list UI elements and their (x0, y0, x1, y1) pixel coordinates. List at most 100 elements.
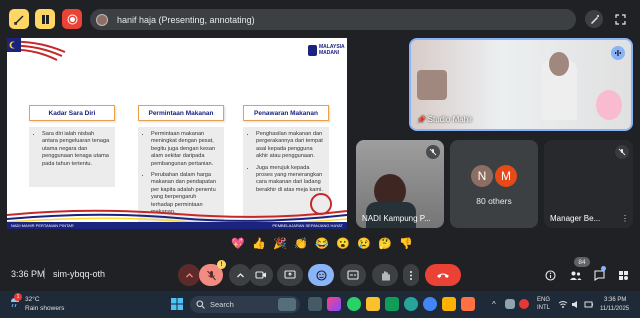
pin-icon: 📌 (417, 117, 428, 124)
hand-icon (381, 270, 390, 281)
tray-overflow-chevron-icon[interactable]: ^ (492, 300, 496, 309)
annotate-button[interactable] (585, 10, 603, 28)
reaction-thumbs-up-button[interactable]: 👍 (249, 233, 269, 253)
volume-icon[interactable] (571, 300, 581, 309)
app-icon[interactable] (442, 297, 456, 311)
file-explorer-icon[interactable] (366, 297, 380, 311)
presenter-avatar (96, 13, 108, 26)
chrome-icon[interactable] (423, 297, 437, 311)
microphone-button[interactable]: ! (199, 260, 226, 286)
tray-app-icon[interactable] (505, 299, 515, 309)
reaction-party-button[interactable]: 🎉 (270, 233, 290, 253)
weather-widget[interactable]: 1 32°C Rain showers (8, 293, 64, 314)
reaction-surprised-button[interactable]: 😮 (333, 233, 353, 253)
more-options-icon[interactable]: ⋮ (621, 214, 629, 223)
people-button[interactable]: 84 (564, 257, 590, 286)
shelf-decoration (417, 70, 447, 100)
presenting-label: hanif haja (Presenting, annotating) (117, 14, 255, 25)
activities-button[interactable] (613, 264, 633, 286)
mic-off-indicator (615, 145, 629, 159)
expand-icon (614, 13, 626, 25)
bullet-text: Sara diri ialah nisbah antara pengeluara… (42, 131, 110, 168)
raise-hand-button[interactable] (372, 264, 398, 286)
participant-tile-nadi[interactable]: NADI Kampung P... (356, 140, 444, 228)
raise-chevron-button[interactable] (178, 264, 200, 286)
column-body: Sara diri ialah nisbah antara pengeluara… (29, 127, 115, 187)
search-placeholder: Search (210, 300, 234, 309)
avatar: M (495, 165, 517, 187)
reaction-heart-button[interactable]: 💖 (228, 233, 248, 253)
divider (44, 268, 45, 279)
unread-dot (601, 266, 606, 271)
weather-temp: 32°C (25, 296, 40, 303)
battery-icon[interactable] (584, 300, 594, 309)
footer-right-text: PEMBELAJARAN SEPANJANG HAYAT (272, 223, 343, 228)
weather-alert-badge: 1 (14, 293, 22, 301)
meeting-info-button[interactable] (540, 264, 560, 286)
others-count-label: 80 others (476, 196, 512, 206)
more-options-button[interactable] (403, 264, 419, 286)
bullet-text: Permintaan makanan meningkat dengan pesa… (151, 131, 219, 168)
chevron-up-icon (236, 272, 244, 277)
emoji-reactions-button[interactable] (308, 264, 334, 286)
captions-button[interactable] (340, 264, 366, 286)
language-line-1[interactable]: ENG (537, 297, 550, 303)
taskbar-search[interactable]: Search (190, 296, 300, 313)
malaysia-flag-stripes-graphic (7, 38, 66, 61)
expand-button[interactable] (611, 10, 629, 28)
participant-tile-manager[interactable]: Manager Be... ⋮ (544, 140, 633, 228)
reaction-laugh-button[interactable]: 😂 (312, 233, 332, 253)
windows-logo-icon (171, 298, 183, 310)
reaction-thinking-button[interactable]: 🤔 (375, 233, 395, 253)
meeting-time: 3:36 PM (11, 269, 45, 279)
mic-off-indicator (426, 145, 440, 159)
excel-icon[interactable] (385, 297, 399, 311)
chat-icon (593, 269, 605, 281)
bullet-text: Penghasilan makanan dan pergerakannya da… (256, 131, 324, 161)
emblem-icon (308, 44, 317, 56)
search-highlight-image (278, 298, 296, 311)
participant-tile-studio[interactable]: 📌 Studio Mahir (409, 38, 633, 131)
start-button[interactable] (170, 297, 184, 311)
mic-off-icon (429, 148, 437, 156)
meet-window: hanif haja (Presenting, annotating) MALA… (0, 0, 640, 318)
end-call-icon (437, 273, 449, 278)
clock-date[interactable]: 11/11/2025 (600, 306, 629, 312)
reaction-sad-button[interactable]: 😢 (354, 233, 374, 253)
people-count-badge: 84 (574, 257, 590, 267)
audio-wave-icon (615, 50, 621, 56)
others-tile[interactable]: N M 80 others (450, 140, 538, 228)
bookmark-button[interactable] (35, 9, 55, 29)
pin-icon-button[interactable] (9, 9, 29, 29)
info-icon (544, 269, 556, 281)
present-screen-button[interactable] (277, 264, 303, 286)
wifi-icon[interactable] (558, 300, 568, 309)
presenting-indicator: hanif haja (Presenting, annotating) (90, 9, 576, 30)
mic-off-icon (618, 148, 626, 156)
column-heading: Kadar Sara Diri (29, 105, 115, 121)
app-icon[interactable] (461, 297, 475, 311)
tray-app-icon[interactable] (519, 299, 529, 309)
camera-options-button[interactable] (229, 264, 251, 286)
reaction-thumbs-down-button[interactable]: 👎 (396, 233, 416, 253)
avatar: N (471, 165, 493, 187)
record-button[interactable] (62, 9, 82, 29)
people-icon (569, 271, 581, 280)
column-heading: Permintaan Makanan (138, 105, 224, 121)
whatsapp-icon[interactable] (347, 297, 361, 311)
logo-line-2: MADANI (319, 50, 339, 56)
clock-time[interactable]: 3:36 PM (604, 297, 626, 303)
camera-button[interactable] (249, 264, 273, 286)
camera-icon (255, 271, 266, 279)
participant-name: NADI Kampung P... (362, 214, 431, 223)
task-view-icon[interactable] (308, 297, 322, 311)
reaction-clap-button[interactable]: 👏 (291, 233, 311, 253)
leave-call-button[interactable] (425, 264, 461, 286)
chat-button[interactable] (589, 264, 609, 286)
copilot-icon[interactable] (327, 297, 341, 311)
edge-icon[interactable] (404, 297, 418, 311)
malaysia-madani-logo: MALAYSIA MADANI (308, 41, 347, 59)
language-line-2[interactable]: INTL (537, 305, 550, 311)
person-head (549, 52, 569, 76)
annotate-pen-icon (590, 14, 599, 24)
